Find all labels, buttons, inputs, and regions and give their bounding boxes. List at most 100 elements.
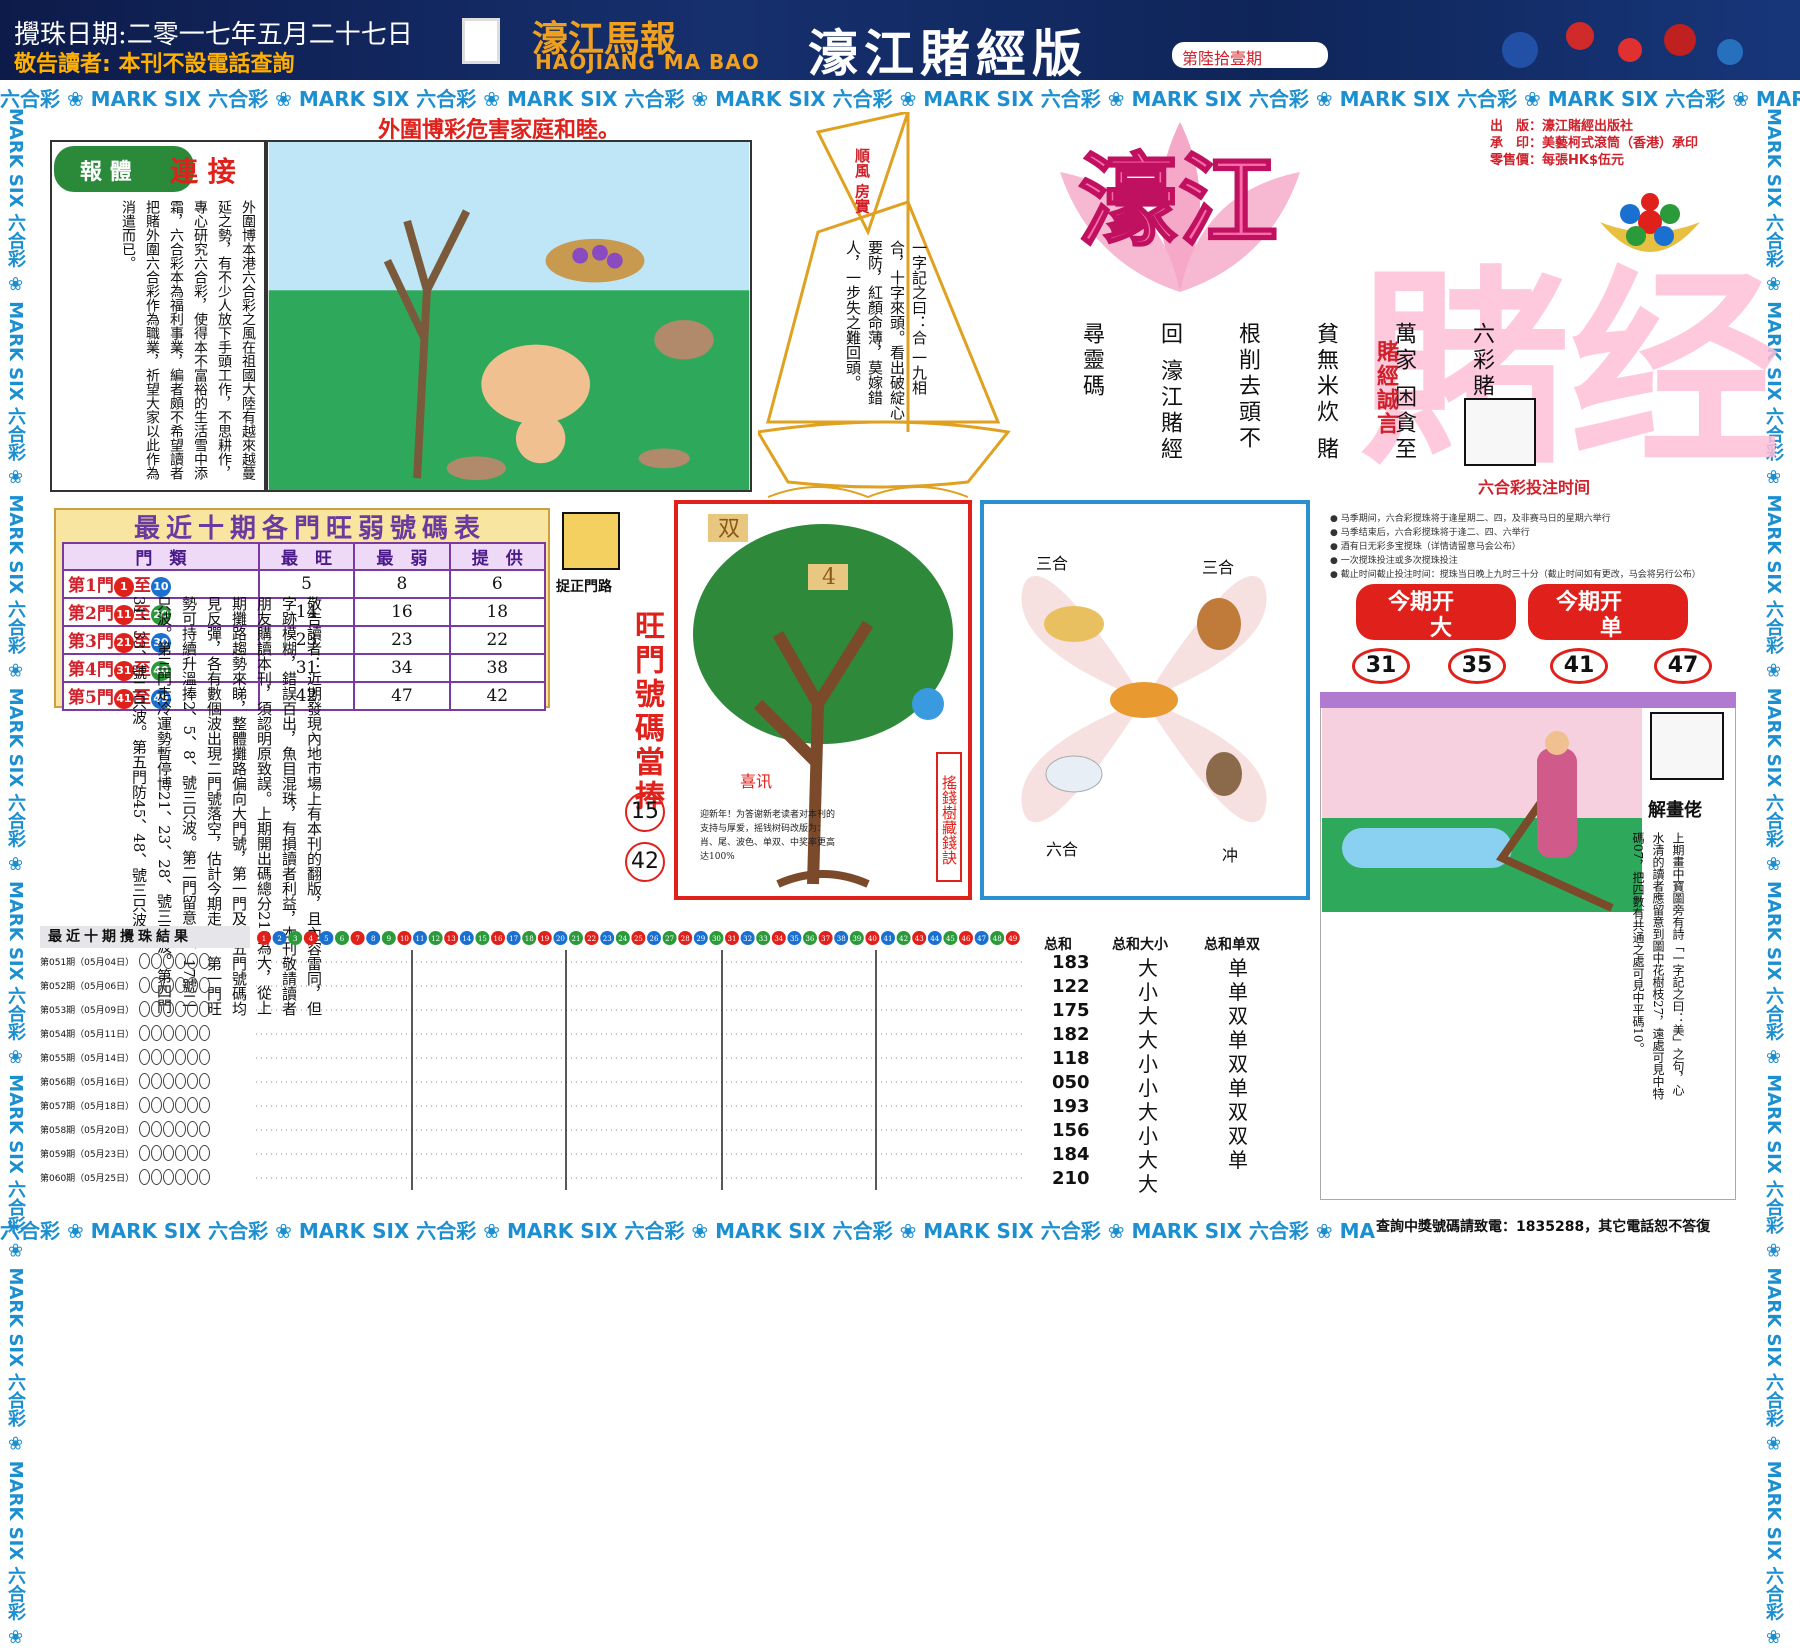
result-slot-icon xyxy=(163,1072,175,1089)
article-badge-title: 連 接 xyxy=(170,155,236,188)
sail-flag-text: 順風 房實 xyxy=(853,148,871,214)
number-label: 31 xyxy=(728,935,737,943)
result-slot-icon xyxy=(175,1048,187,1065)
result-slot-icon xyxy=(187,1000,199,1017)
result-slot-icon xyxy=(187,1120,199,1137)
number-label: 35 xyxy=(790,935,799,943)
result-slot-icon xyxy=(139,1000,151,1017)
result-slot-icon xyxy=(139,952,151,969)
parity-value: 双 xyxy=(1228,1100,1248,1124)
rabbit-icon xyxy=(1045,755,1103,793)
publisher-info: 出 版：濠江賭經出版社 承 印：美藝柯式滾筒（香港）承印 零售價：每張HK$伍元 xyxy=(1490,118,1698,169)
size-value: 大 xyxy=(1138,1028,1158,1052)
printer-line: 承 印：美藝柯式滾筒（香港）承印 xyxy=(1490,136,1699,151)
number-label: 12 xyxy=(431,935,440,943)
monkey-icon xyxy=(1206,752,1242,796)
period-row: 第058期（05月20日） xyxy=(40,1118,254,1142)
result-slot-icon xyxy=(175,1168,187,1185)
open-number: 31 xyxy=(1352,648,1410,684)
results-grid xyxy=(256,950,1026,1190)
ingot-balls-icon xyxy=(1600,193,1700,252)
min-cell: 8 xyxy=(353,569,451,599)
number-label: 44 xyxy=(930,935,939,943)
band-left-text: MARK SIX 六合彩 ❀ MARK SIX 六合彩 ❀ MARK SIX 六… xyxy=(5,108,26,1648)
min-cell: 16 xyxy=(353,597,451,627)
result-slot-icon xyxy=(139,1048,151,1065)
tiger-icon xyxy=(1110,682,1178,718)
publisher-line: 出 版：濠江賭經出版社 xyxy=(1490,119,1634,134)
result-slot-icon xyxy=(187,1072,199,1089)
number-label: 15 xyxy=(478,935,487,943)
min-cell: 47 xyxy=(353,681,451,711)
number-label: 10 xyxy=(400,935,409,943)
col-header: 門 類 xyxy=(62,542,260,571)
number-label: 13 xyxy=(447,935,456,943)
result-slot-icon xyxy=(175,1144,187,1161)
result-slot-icon xyxy=(199,1048,211,1065)
period-row: 第060期（05月25日） xyxy=(40,1166,254,1190)
zodiac-panel xyxy=(980,500,1310,900)
result-slot-icon xyxy=(163,1048,175,1065)
sail-verse: 一字記之曰：合 一九相合，十字來頭。看出破綻心要防，紅顏命薄，莫嫁錯人，一步失之… xyxy=(844,240,928,420)
sum-value: 118 xyxy=(1052,1048,1090,1069)
door-name: 第1門 xyxy=(68,576,114,597)
motto-verse: 六彩賭患禍萬家 困貪至貧無米炊 賭根削去頭不回 濠江賭經尋靈碼 xyxy=(1052,322,1520,472)
period-row: 第053期（05月09日） xyxy=(40,998,254,1022)
motto-label: 賭經誠言 xyxy=(1373,340,1399,436)
number-label: 40 xyxy=(868,935,877,943)
number-label: 29 xyxy=(696,935,705,943)
size-value: 小 xyxy=(1138,1052,1158,1076)
number-label: 2 xyxy=(277,935,281,943)
parity-value: 单 xyxy=(1228,1028,1248,1052)
number-label: 25 xyxy=(634,935,643,943)
parity-header: 总和单双 xyxy=(1204,937,1260,953)
bet-rule: ● 马季期间，六合彩搅珠将于逢星期二、四，及非赛马日的星期六举行 xyxy=(1330,514,1611,524)
min-cell: 34 xyxy=(353,653,451,683)
max-cell: 5 xyxy=(257,569,356,599)
period-row: 第057期（05月18日） xyxy=(40,1094,254,1118)
period-label: 第055期（05月14日） xyxy=(40,1054,135,1064)
number-label: 5 xyxy=(324,935,328,943)
col-header: 提 供 xyxy=(448,542,547,571)
book-icon xyxy=(462,18,500,64)
sum-value: 183 xyxy=(1052,952,1090,973)
door-name: 第4門 xyxy=(68,660,114,681)
number-label: 20 xyxy=(556,935,565,943)
number-label: 46 xyxy=(962,935,971,943)
offer-cell: 22 xyxy=(448,625,547,655)
result-slot-icon xyxy=(175,976,187,993)
result-slot-icon xyxy=(151,1168,163,1185)
number-label: 9 xyxy=(387,935,391,943)
article-body: 外圍博本港六合彩之風在祖國大陸有越來越蔓延之勢，有不少人放下手頭工作，不思耕作，… xyxy=(120,200,256,480)
parity-value: 双 xyxy=(1228,1052,1248,1076)
marquee-band-bottom: 六合彩 ❀ MARK SIX 六合彩 ❀ MARK SIX 六合彩 ❀ MARK… xyxy=(0,1212,1375,1240)
open-number: 47 xyxy=(1654,648,1712,684)
number-label: 41 xyxy=(884,935,893,943)
period-label: 第053期（05月09日） xyxy=(40,1006,135,1016)
size-column: 大小大大小小大小大大 xyxy=(1138,952,1158,1196)
col-header: 最 旺 xyxy=(257,542,356,571)
bet-rule: ● 酒有日无彩多宝搅珠（详情请留意马会公布） xyxy=(1330,542,1521,552)
number-label: 18 xyxy=(525,935,534,943)
marquee-band-left: MARK SIX 六合彩 ❀ MARK SIX 六合彩 ❀ MARK SIX 六… xyxy=(2,108,36,1648)
size-header: 总和大小 xyxy=(1112,937,1168,953)
result-slot-icon xyxy=(139,1096,151,1113)
result-slot-icon xyxy=(151,976,163,993)
result-slot-icon xyxy=(187,1048,199,1065)
door-cell: 第1門 1 至 10 xyxy=(62,569,260,599)
result-slot-icon xyxy=(163,1120,175,1137)
size-value: 大 xyxy=(1138,1004,1158,1028)
bet-time-title: 六合彩投注时间 xyxy=(1478,478,1591,497)
result-slot-icon xyxy=(187,952,199,969)
result-slot-icon xyxy=(199,1024,211,1041)
result-slot-icon xyxy=(151,1048,163,1065)
number-label: 7 xyxy=(355,935,359,943)
edition-title: 濠江賭經版 xyxy=(808,24,1088,83)
number-label: 21 xyxy=(572,935,581,943)
size-value: 大 xyxy=(1138,1148,1158,1172)
result-slot-icon xyxy=(163,1000,175,1017)
number-label: 27 xyxy=(665,935,674,943)
offer-cell: 38 xyxy=(448,653,547,683)
masthead-subtitle: HAOJIANG MA BAO xyxy=(535,50,760,74)
result-slot-icon xyxy=(151,1000,163,1017)
